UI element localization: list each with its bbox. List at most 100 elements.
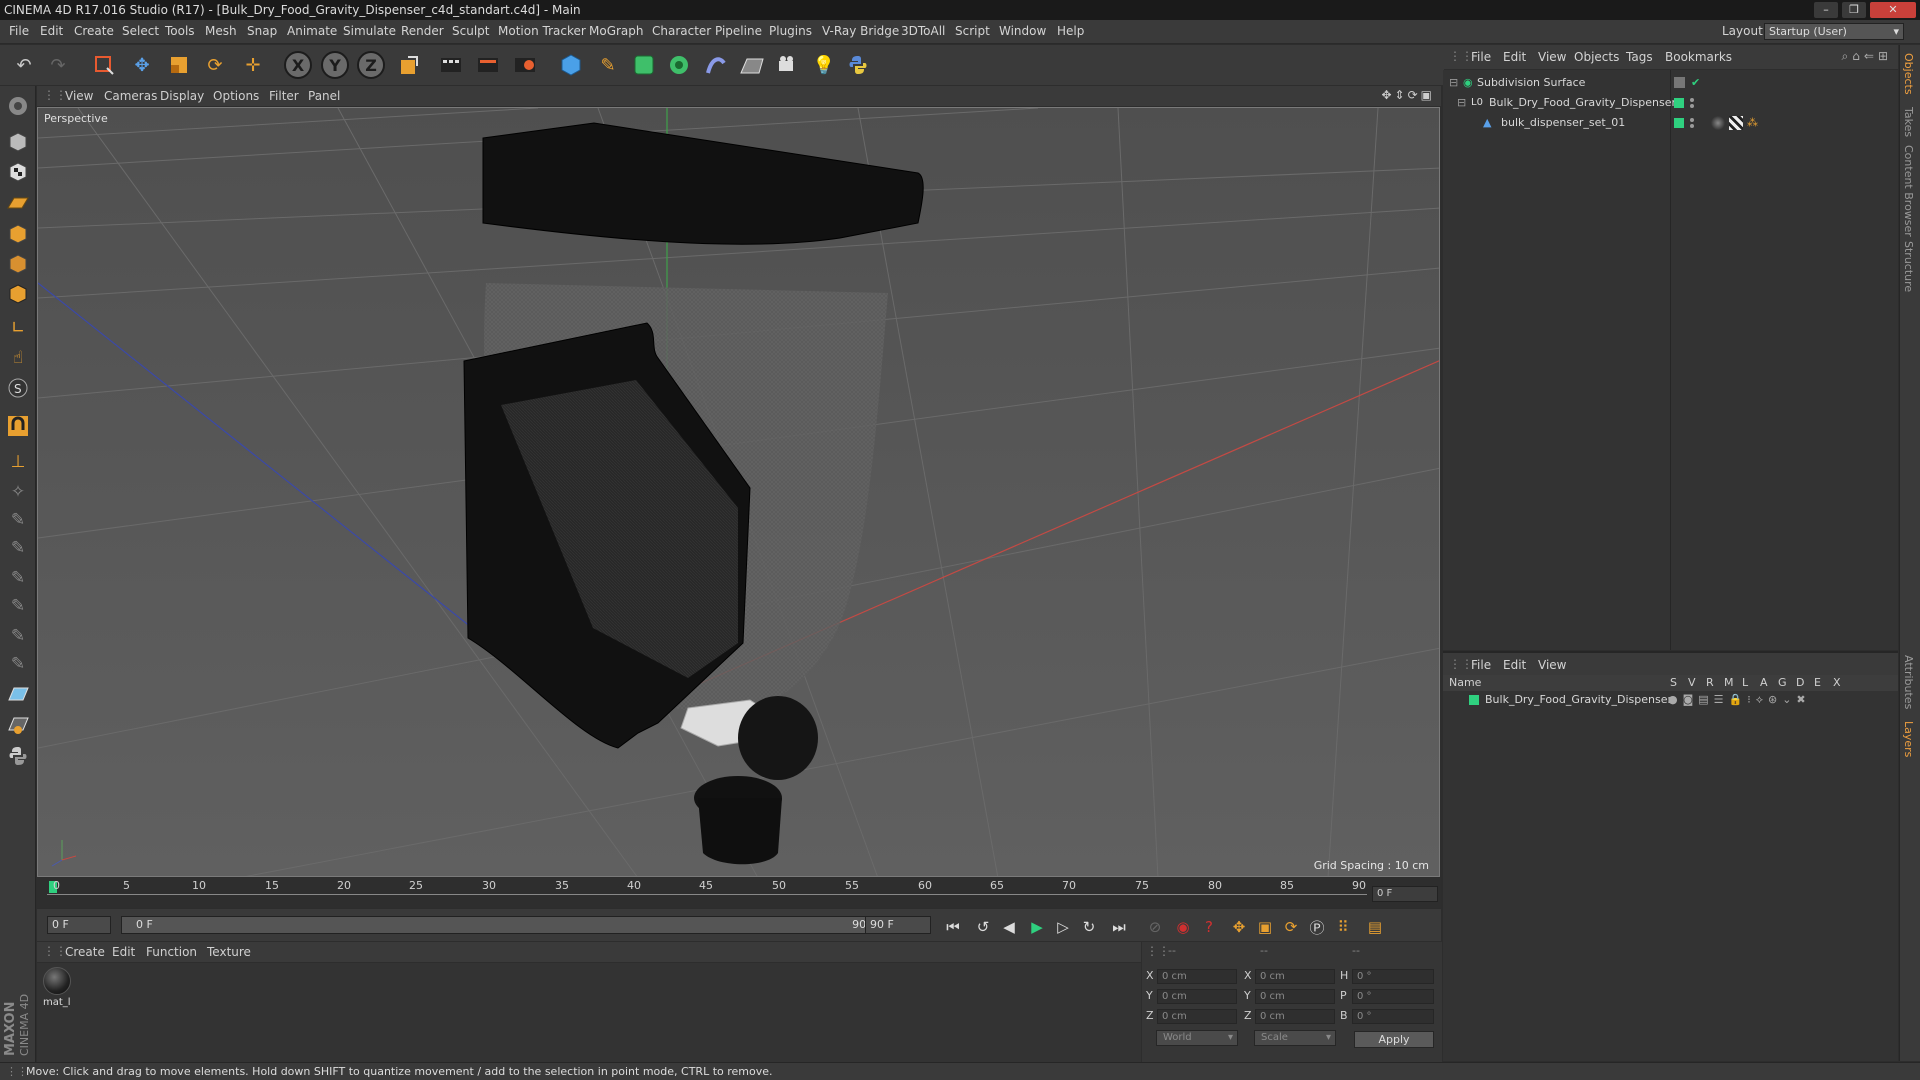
- apply-button[interactable]: Apply: [1354, 1031, 1434, 1048]
- object-row[interactable]: ▲ bulk_dispenser_set_01 ⁂: [1443, 114, 1898, 132]
- menu-render[interactable]: Render: [401, 24, 444, 38]
- layer-col-locked[interactable]: L: [1742, 676, 1748, 689]
- start-frame-field[interactable]: 0 F: [47, 916, 111, 934]
- viewport-menu-filter[interactable]: Filter: [269, 89, 299, 103]
- magnet-icon[interactable]: [4, 412, 32, 440]
- material-menu-edit[interactable]: Edit: [112, 945, 135, 959]
- python-icon[interactable]: [842, 49, 874, 81]
- live-selection-icon[interactable]: [88, 49, 120, 81]
- floor-icon[interactable]: [736, 49, 768, 81]
- close-button[interactable]: ✕: [1870, 2, 1916, 18]
- key-scale-icon[interactable]: ▣: [1253, 916, 1277, 938]
- visibility-editor-dot[interactable]: [1690, 118, 1694, 122]
- menu-plugins[interactable]: Plugins: [769, 24, 812, 38]
- lm-menu-edit[interactable]: Edit: [1503, 658, 1526, 672]
- tab-takes[interactable]: Takes: [1902, 107, 1915, 137]
- end-frame-field[interactable]: 90 F: [865, 916, 931, 934]
- layer-name[interactable]: Bulk_Dry_Food_Gravity_Dispenser: [1485, 691, 1672, 709]
- tab-objects[interactable]: Objects: [1902, 53, 1915, 95]
- camera-icon[interactable]: [772, 49, 804, 81]
- menu-vray-bridge[interactable]: V-Ray Bridge: [822, 24, 899, 38]
- move-icon[interactable]: ✥: [126, 49, 158, 81]
- om-menu-bookmarks[interactable]: Bookmarks: [1665, 50, 1732, 64]
- menu-character[interactable]: Character: [652, 24, 711, 38]
- polygons-mode-icon[interactable]: [4, 280, 32, 308]
- tab-content-browser[interactable]: Content Browser: [1902, 145, 1915, 237]
- size-y-field[interactable]: 0 cm: [1255, 989, 1335, 1004]
- viewport-menu-display[interactable]: Display: [160, 89, 204, 103]
- next-key-icon[interactable]: ↻: [1077, 916, 1101, 938]
- layer-col-generators[interactable]: G: [1778, 676, 1787, 689]
- maximize-button[interactable]: ❐: [1842, 2, 1866, 18]
- rotation-b-field[interactable]: 0 °: [1352, 1009, 1434, 1024]
- scale-icon[interactable]: [163, 49, 195, 81]
- layer-col-deformers[interactable]: D: [1796, 676, 1804, 689]
- frame-range-slider[interactable]: 0 F 90 F: [121, 916, 891, 934]
- z-axis-lock-button[interactable]: Z: [357, 51, 385, 79]
- menu-mograph[interactable]: MoGraph: [589, 24, 644, 38]
- menu-animate[interactable]: Animate: [287, 24, 337, 38]
- menu-3dtoall[interactable]: 3DToAll: [901, 24, 945, 38]
- 3d-viewport[interactable]: Perspective Grid Spacing : 10 cm: [37, 107, 1440, 877]
- x-axis-lock-button[interactable]: X: [284, 51, 312, 79]
- redo-icon[interactable]: ↷: [42, 49, 74, 81]
- menu-tools[interactable]: Tools: [165, 24, 195, 38]
- mograph-cloner-icon[interactable]: [663, 49, 695, 81]
- menu-help[interactable]: Help: [1057, 24, 1084, 38]
- viewport-menu-options[interactable]: Options: [213, 89, 259, 103]
- tab-structure[interactable]: Structure: [1902, 241, 1915, 292]
- menu-simulate[interactable]: Simulate: [343, 24, 396, 38]
- texture-mode-icon[interactable]: [4, 158, 32, 186]
- tool-icon-5[interactable]: ✎: [4, 592, 32, 620]
- go-to-start-icon[interactable]: ⏮: [941, 916, 965, 938]
- tool-icon-7[interactable]: ✎: [4, 650, 32, 678]
- paint-tool-icon[interactable]: [4, 710, 32, 738]
- layer-color-swatch[interactable]: [1674, 98, 1684, 108]
- timeline-ruler[interactable]: 0 5 10 15 20 25 30 35 40 45 50 55 60 65 …: [37, 878, 1441, 908]
- render-picture-viewer-icon[interactable]: [472, 49, 504, 81]
- viewport-menu-panel[interactable]: Panel: [308, 89, 340, 103]
- render-view-icon[interactable]: [435, 49, 467, 81]
- minimize-button[interactable]: –: [1814, 2, 1838, 18]
- layer-col-xref[interactable]: X: [1833, 676, 1841, 689]
- tweak-mode-icon[interactable]: ☝: [4, 344, 32, 372]
- render-settings-icon[interactable]: [509, 49, 541, 81]
- menu-snap[interactable]: Snap: [247, 24, 277, 38]
- go-to-end-icon[interactable]: ⏭: [1107, 916, 1131, 938]
- layer-col-view[interactable]: V: [1688, 676, 1696, 689]
- timeline-window-icon[interactable]: ▤: [1363, 916, 1387, 938]
- world-coordinates-icon[interactable]: [393, 49, 425, 81]
- enabled-check-icon[interactable]: ✔: [1691, 74, 1700, 92]
- menu-file[interactable]: File: [9, 24, 29, 38]
- layer-color-swatch[interactable]: [1469, 695, 1479, 705]
- tab-attributes[interactable]: Attributes: [1902, 655, 1915, 709]
- object-manager-search-icon[interactable]: ⌕⌂⇐⊞: [1842, 49, 1892, 64]
- menu-window[interactable]: Window: [999, 24, 1046, 38]
- menu-sculpt[interactable]: Sculpt: [452, 24, 489, 38]
- points-mode-icon[interactable]: [4, 220, 32, 248]
- next-frame-icon[interactable]: ▷: [1051, 916, 1075, 938]
- autokey-icon[interactable]: ?: [1197, 916, 1221, 938]
- record-disabled-icon[interactable]: ⊘: [1143, 916, 1167, 938]
- material-menu-function[interactable]: Function: [146, 945, 197, 959]
- grid-tool-icon[interactable]: [4, 680, 32, 708]
- layout-dropdown[interactable]: Startup (User) ▾: [1764, 23, 1904, 40]
- record-keys-icon[interactable]: ◉: [1171, 916, 1195, 938]
- previous-key-icon[interactable]: ↺: [971, 916, 995, 938]
- lm-menu-view[interactable]: View: [1538, 658, 1566, 672]
- menu-select[interactable]: Select: [122, 24, 159, 38]
- key-rotation-icon[interactable]: ⟳: [1279, 916, 1303, 938]
- layer-col-expressions[interactable]: E: [1814, 676, 1821, 689]
- pen-spline-icon[interactable]: ✎: [592, 49, 624, 81]
- tool-icon-6[interactable]: ✎: [4, 622, 32, 650]
- lm-menu-file[interactable]: File: [1471, 658, 1491, 672]
- menu-pipeline[interactable]: Pipeline: [715, 24, 762, 38]
- material-thumbnail[interactable]: [43, 967, 71, 995]
- object-row[interactable]: ⊟ L0 Bulk_Dry_Food_Gravity_Dispenser: [1443, 94, 1898, 112]
- object-name[interactable]: bulk_dispenser_set_01: [1501, 114, 1625, 132]
- deformer-icon[interactable]: [700, 49, 732, 81]
- tab-layers[interactable]: Layers: [1902, 721, 1915, 757]
- rotate-icon[interactable]: ⟳: [199, 49, 231, 81]
- viewport-menu-cameras[interactable]: Cameras: [104, 89, 157, 103]
- cube-icon[interactable]: [555, 49, 587, 81]
